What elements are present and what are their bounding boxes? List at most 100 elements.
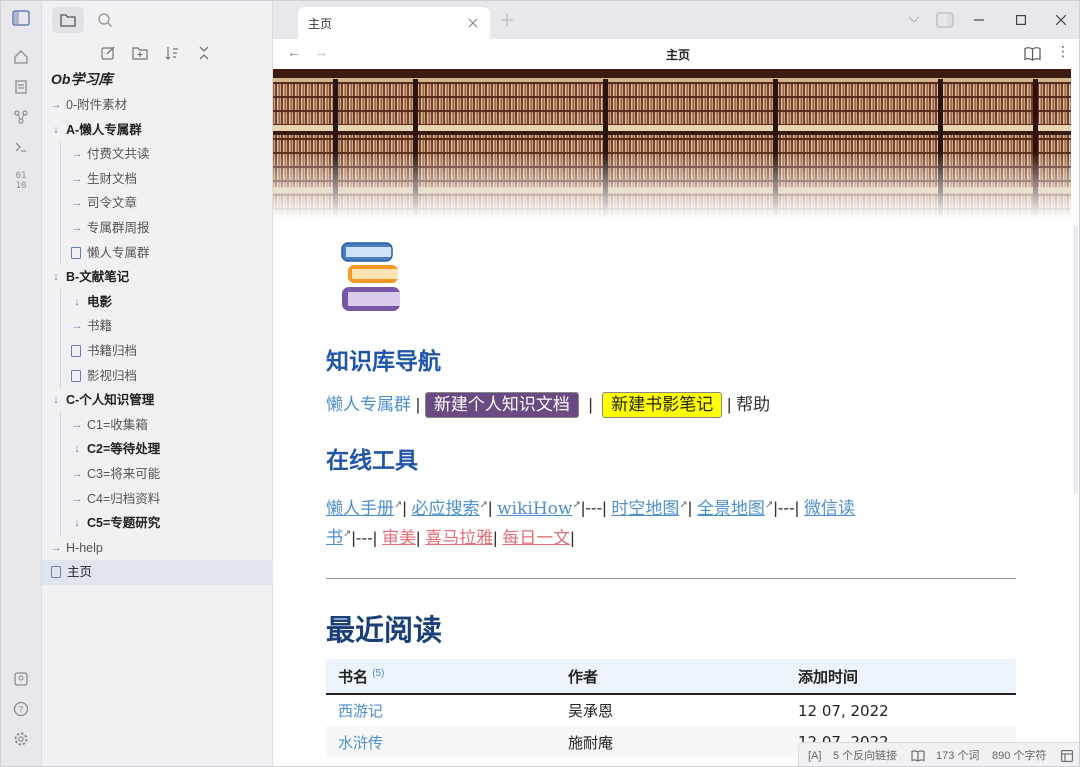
tab-home[interactable]: 主页	[298, 7, 490, 39]
book-link[interactable]: 西游记	[326, 694, 556, 726]
nav-heading: 知识库导航	[326, 349, 441, 375]
settings-icon[interactable]	[11, 731, 31, 751]
file-explorer-sidebar: Ob学习库 → 0-附件素材 ↓ A-懒人专属群 → 付费文共读 → 生财文档 → 司令文…	[42, 1, 273, 766]
close-window-icon[interactable]	[1056, 15, 1066, 25]
file-tree: → 0-附件素材 ↓ A-懒人专属群 → 付费文共读 → 生财文档 → 司令文章 → 专属群…	[42, 93, 273, 585]
tools-links: 懒人手册↗| 必应搜索↗| wikiHow↗|---| 时空地图↗| 全景地图↗…	[326, 498, 855, 548]
link-spacetime-map[interactable]: 时空地图	[611, 499, 679, 518]
reading-mode-icon[interactable]	[1024, 47, 1041, 61]
open-quick-switcher-icon[interactable]	[11, 79, 31, 99]
new-note-icon[interactable]	[100, 45, 116, 66]
date-cell: 12 07, 2022	[798, 701, 889, 720]
link-wikihow[interactable]: wikiHow	[497, 499, 572, 519]
files-tab[interactable]	[52, 7, 84, 33]
home-icon[interactable]	[11, 49, 31, 69]
layout-icon[interactable]	[1061, 750, 1073, 762]
terminal-icon[interactable]	[11, 139, 31, 159]
column-header-name[interactable]: 书名 (5)	[326, 659, 556, 695]
row-count-badge: (5)	[372, 667, 385, 679]
link-panorama-map[interactable]: 全景地图	[697, 499, 765, 518]
scrollbar[interactable]	[1073, 225, 1078, 495]
column-header-added[interactable]: 添加时间	[786, 659, 1016, 695]
tree-folder-help[interactable]: → H-help	[42, 536, 273, 561]
tree-folder-books[interactable]: → 书籍	[42, 314, 273, 339]
link-daily-article[interactable]: 每日一文	[502, 528, 570, 547]
file-icon	[51, 566, 61, 579]
reading-mode-icon[interactable]	[911, 750, 925, 762]
link-lazy-manual[interactable]: 懒人手册	[326, 499, 394, 518]
link-wechat-read[interactable]: 微信读	[804, 499, 855, 518]
tree-folder-articles[interactable]: → 司令文章	[42, 191, 273, 216]
nav-links: 懒人专属群 | 新建个人知识文档 | 新建书影笔记 | 帮助	[326, 392, 770, 418]
link-bing-search[interactable]: 必应搜索	[412, 499, 480, 518]
sidebar-tab-header	[42, 1, 273, 39]
tree-folder-a[interactable]: ↓ A-懒人专属群	[42, 118, 273, 143]
link-aesthetics[interactable]: 审美	[382, 528, 416, 547]
minimize-icon[interactable]	[974, 19, 984, 21]
link-lazy-group[interactable]: 懒人专属群	[326, 395, 411, 414]
tree-folder-paid-reading[interactable]: → 付费文共读	[42, 142, 273, 167]
help-icon[interactable]: ?	[11, 701, 31, 721]
chevron-right-icon: →	[71, 418, 83, 431]
sidebar-toggle-icon[interactable]	[11, 10, 31, 30]
view-header: ← → 主页 ⋮	[273, 39, 1079, 69]
tree-folder-c[interactable]: ↓ C-个人知识管理	[42, 388, 273, 413]
chevron-right-icon: →	[71, 197, 83, 210]
tree-folder-weekly[interactable]: → 专属群周报	[42, 216, 273, 241]
book-link[interactable]: 水浒传	[326, 726, 556, 758]
chevron-right-icon: →	[50, 541, 62, 554]
library-banner-image	[273, 69, 1071, 219]
more-options-icon[interactable]: ⋮	[1056, 43, 1070, 60]
tree-folder-c1[interactable]: → C1=收集箱	[42, 413, 273, 438]
view-title[interactable]: 主页	[666, 46, 690, 63]
sort-icon[interactable]	[164, 45, 180, 66]
column-header-author[interactable]: 作者	[556, 659, 786, 695]
vault-switcher-icon[interactable]	[11, 671, 31, 691]
tree-file-group[interactable]: 懒人专属群	[42, 241, 273, 266]
app-window: 01 10 ? Ob学习库 → 0-附件素材 ↓ A-懒人专属群 → 付费文共读…	[0, 0, 1080, 767]
close-tab-icon[interactable]	[468, 18, 478, 28]
chevron-right-icon: →	[71, 148, 83, 161]
tree-folder-attachments[interactable]: → 0-附件素材	[42, 93, 273, 118]
tree-folder-c4[interactable]: → C4=归档资料	[42, 487, 273, 512]
graph-view-icon[interactable]	[11, 109, 31, 129]
collapse-all-icon[interactable]	[196, 45, 212, 66]
tree-file-film-archive[interactable]: 影视归档	[42, 364, 273, 389]
link-wechat-read-cont[interactable]: 书	[326, 528, 343, 547]
tree-folder-c2[interactable]: ↓ C2=等待处理	[42, 437, 273, 462]
chevron-down-icon: ↓	[53, 271, 59, 284]
author-cell: 施耐庵	[568, 734, 614, 752]
tab-list-chevron-icon[interactable]	[908, 15, 920, 25]
chevron-right-icon: →	[71, 320, 83, 333]
file-icon	[71, 369, 81, 382]
new-folder-icon[interactable]	[132, 45, 148, 66]
svg-text:?: ?	[19, 706, 24, 716]
chevron-right-icon: →	[71, 172, 83, 185]
link-help[interactable]: 帮助	[736, 395, 770, 414]
right-sidebar-toggle-icon[interactable]	[936, 12, 954, 28]
tree-file-home[interactable]: 主页	[42, 560, 273, 585]
tree-folder-movies[interactable]: ↓ 电影	[42, 290, 273, 315]
button-new-knowledge-doc[interactable]: 新建个人知识文档	[424, 392, 579, 418]
back-arrow-icon[interactable]: ←	[287, 44, 301, 60]
binary-icon[interactable]: 01 10	[11, 171, 31, 191]
char-count: 890 个字符	[992, 750, 1047, 762]
vault-name[interactable]: Ob学习库	[51, 69, 112, 89]
status-bar: [A] 5 个反向链接 173 个词 890 个字符	[798, 742, 1079, 766]
maximize-icon[interactable]	[1016, 15, 1026, 25]
tree-folder-b[interactable]: ↓ B-文献笔记	[42, 265, 273, 290]
ribbon: 01 10 ?	[1, 1, 42, 766]
word-count: 173 个词	[936, 750, 980, 762]
chevron-down-icon: ↓	[74, 443, 80, 456]
search-icon[interactable]	[97, 12, 113, 33]
new-tab-icon[interactable]	[501, 14, 513, 26]
tree-folder-c3[interactable]: → C3=将来可能	[42, 462, 273, 487]
tree-file-book-archive[interactable]: 书籍归档	[42, 339, 273, 364]
tree-folder-c5[interactable]: ↓ C5=专题研究	[42, 511, 273, 536]
editing-mode-indicator[interactable]: [A]	[808, 743, 821, 766]
forward-arrow-icon[interactable]: →	[314, 44, 328, 60]
link-ximalaya[interactable]: 喜马拉雅	[425, 528, 493, 547]
tree-folder-docs[interactable]: → 生财文档	[42, 167, 273, 192]
button-new-book-note[interactable]: 新建书影笔记	[602, 392, 723, 418]
backlinks-count[interactable]: 5 个反向链接	[833, 743, 897, 766]
